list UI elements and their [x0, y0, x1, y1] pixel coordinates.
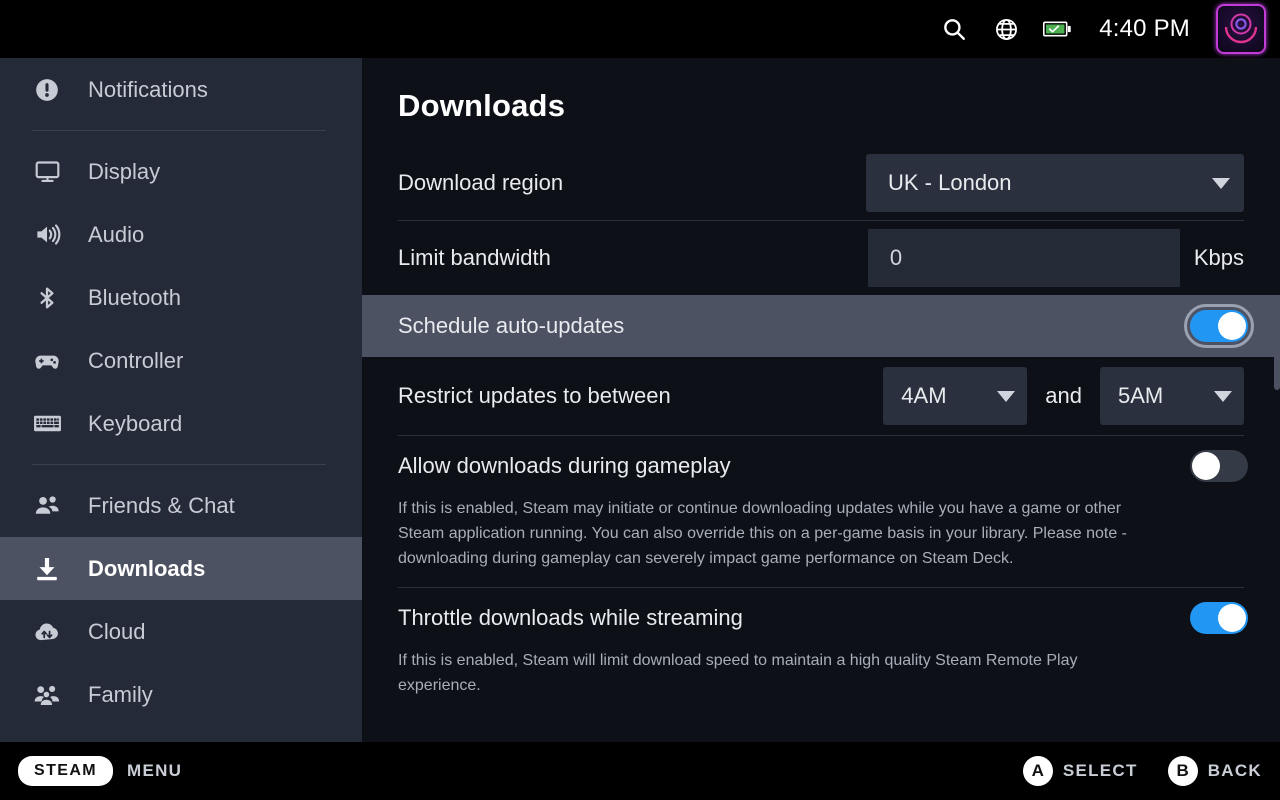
select-action-label: SELECT [1062, 761, 1138, 780]
download-icon [32, 554, 62, 584]
sidebar-item-label: Controller [88, 347, 184, 373]
clock-time: 4:40 PM [1099, 15, 1190, 42]
restrict-end-time-dropdown[interactable]: 5AM [1100, 367, 1244, 425]
limit-bandwidth-unit: Kbps [1193, 245, 1244, 270]
sidebar-item-keyboard[interactable]: Keyboard [0, 392, 362, 455]
sidebar-item-label: Family [88, 681, 153, 707]
globe-icon[interactable] [991, 14, 1021, 44]
friends-icon [32, 491, 62, 521]
keyboard-icon [32, 409, 62, 439]
setting-row-download-region[interactable]: Download region UK - London [362, 146, 1280, 220]
setting-row-throttle-streaming[interactable]: Throttle downloads while streaming [362, 588, 1280, 648]
throttle-streaming-description: If this is enabled, Steam will limit dow… [398, 652, 1078, 694]
schedule-auto-updates-toggle[interactable] [1184, 304, 1254, 348]
sidebar-item-downloads[interactable]: Downloads [0, 537, 362, 600]
allow-downloads-gameplay-toggle[interactable] [1190, 450, 1248, 482]
b-button-icon: B [1167, 756, 1198, 786]
battery-charged-icon[interactable] [1043, 14, 1073, 44]
settings-sidebar: Notifications Display Audio Bluetooth Co… [0, 58, 362, 742]
audio-icon [32, 220, 62, 250]
bluetooth-icon [32, 283, 62, 313]
restrict-updates-label: Restrict updates to between [398, 383, 671, 408]
sidebar-divider-2 [32, 464, 326, 465]
schedule-auto-updates-label: Schedule auto-updates [398, 313, 625, 338]
chevron-down-icon [1214, 390, 1232, 402]
sidebar-item-label: Keyboard [88, 410, 183, 436]
download-region-dropdown[interactable]: UK - London [866, 154, 1244, 212]
main-body: Notifications Display Audio Bluetooth Co… [0, 58, 1280, 742]
controller-icon [32, 346, 62, 376]
setting-row-restrict-updates[interactable]: Restrict updates to between 4AM and 5AM [362, 357, 1280, 435]
sidebar-item-bluetooth[interactable]: Bluetooth [0, 266, 362, 329]
restrict-conjunction: and [1045, 383, 1082, 408]
toggle-knob [1192, 452, 1220, 480]
restrict-end-time-value: 5AM [1118, 383, 1164, 408]
page-title: Downloads [398, 88, 566, 123]
content-scrollbar[interactable] [1274, 328, 1280, 390]
throttle-streaming-label: Throttle downloads while streaming [398, 605, 743, 630]
setting-row-allow-downloads-gameplay[interactable]: Allow downloads during gameplay [362, 436, 1280, 496]
setting-row-limit-bandwidth[interactable]: Limit bandwidth 0 Kbps [362, 221, 1280, 295]
footer-actions: A SELECT B BACK [1007, 756, 1262, 786]
sidebar-item-label: Display [88, 158, 161, 184]
sidebar-item-friends-chat[interactable]: Friends & Chat [0, 474, 362, 537]
settings-content-panel: Downloads Download region UK - London Li… [362, 58, 1280, 742]
sidebar-item-audio[interactable]: Audio [0, 203, 362, 266]
allow-downloads-gameplay-description: If this is enabled, Steam may initiate o… [398, 500, 1128, 567]
search-icon[interactable] [939, 14, 969, 44]
status-bar: 4:40 PM [0, 0, 1280, 58]
back-action-label: BACK [1207, 761, 1262, 780]
chevron-down-icon [997, 390, 1016, 402]
display-icon [32, 157, 62, 187]
toggle-knob [1218, 604, 1246, 632]
sidebar-item-controller[interactable]: Controller [0, 329, 362, 392]
sidebar-item-display[interactable]: Display [0, 140, 362, 203]
sidebar-item-label: Friends & Chat [88, 492, 235, 518]
chevron-down-icon [1212, 177, 1230, 189]
sidebar-item-label: Bluetooth [88, 284, 181, 310]
allow-downloads-gameplay-label: Allow downloads during gameplay [398, 453, 731, 478]
footer-hint-bar: STEAM MENU A SELECT B BACK [0, 742, 1280, 800]
select-action-hint[interactable]: A SELECT [1022, 756, 1138, 786]
sidebar-item-label: Downloads [88, 555, 206, 581]
restrict-start-time-dropdown[interactable]: 4AM [883, 367, 1028, 425]
sidebar-item-label: Audio [88, 221, 145, 247]
steam-button-pill[interactable]: STEAM [18, 756, 113, 786]
notification-icon [32, 75, 62, 105]
steam-deck-settings-screen: 4:40 PM Notifications Display Audio Blue… [0, 0, 1280, 800]
sidebar-item-cloud[interactable]: Cloud [0, 600, 362, 663]
sidebar-item-notifications[interactable]: Notifications [0, 58, 362, 121]
back-action-hint[interactable]: B BACK [1167, 756, 1262, 786]
limit-bandwidth-label: Limit bandwidth [398, 245, 551, 270]
cloud-sync-icon [32, 617, 62, 647]
throttle-streaming-toggle[interactable] [1190, 602, 1248, 634]
sidebar-divider-1 [32, 130, 326, 131]
sidebar-item-family[interactable]: Family [0, 663, 362, 726]
toggle-knob [1218, 312, 1246, 340]
user-avatar[interactable] [1216, 4, 1266, 54]
sidebar-item-label: Cloud [88, 618, 146, 644]
family-icon [32, 680, 62, 710]
menu-hint-label: MENU [127, 761, 183, 780]
a-button-icon: A [1022, 756, 1053, 786]
restrict-start-time-value: 4AM [901, 383, 947, 408]
download-region-value: UK - London [888, 170, 1012, 195]
limit-bandwidth-input[interactable]: 0 [867, 229, 1180, 287]
download-region-label: Download region [398, 170, 564, 195]
sidebar-item-label: Notifications [88, 76, 208, 102]
setting-row-schedule-auto-updates[interactable]: Schedule auto-updates [362, 295, 1280, 357]
